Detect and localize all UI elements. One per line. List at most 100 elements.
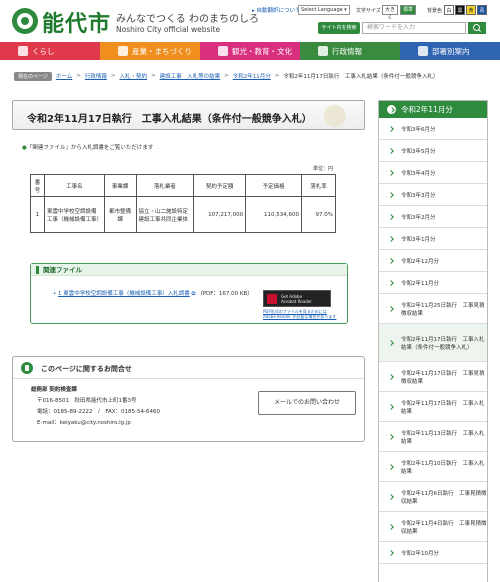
acrobat-banner-text: Get Adobe Acrobat Reader [281,294,312,304]
contact-title: このページに関するお問合せ [41,365,132,373]
contact-header: このページに関するお問合せ [13,357,364,379]
external-link-icon: ⧉ [191,291,196,297]
site-english-name: Noshiro City official website [116,25,221,34]
table-header-row: 番号 工事名 事業課 落札業者 契約予定額 予定価格 落札率 [30,174,336,197]
breadcrumb-link-home[interactable]: ホーム [56,72,72,80]
nav-departments[interactable]: 部署別案内 [400,42,500,60]
sidebar-item[interactable]: 令和3年4月分 [379,162,487,184]
bg-white-button[interactable]: 白 [444,5,454,15]
breadcrumb-separator: > [274,73,280,79]
col-header-estimated-price: 予定価格 [245,174,303,197]
sidebar-item[interactable]: 令和2年11月25日執行 工事見積徴収結果 [379,294,487,324]
sidebar-item[interactable]: 令和2年11月分 [379,272,487,294]
document-icon [318,46,328,56]
col-header-project: 工事名 [43,174,105,197]
mail-inquiry-button[interactable]: メールでのお問い合わせ [258,391,356,415]
results-table: 番号 工事名 事業課 落札業者 契約予定額 予定価格 落札率 1 東雲中学校空調… [30,174,336,233]
sidebar-item[interactable]: 令和3年2月分 [379,206,487,228]
site-search-label: サイト内を検索 [318,22,360,34]
text-size-standard-button[interactable]: 標準 [400,5,416,15]
sidebar-item[interactable]: 令和2年11月6日執行 工事見積徴収結果 [379,482,487,512]
related-file-link[interactable]: • 1 東雲中学校空調設備工事（機械設備工事）入札調書 ⧉ （PDF：167.0… [53,289,253,298]
adobe-pdf-icon [267,294,277,304]
main-content: 令和2年11月17日執行 工事入札結果（条件付一般競争入札） [12,100,365,130]
sidebar-item-label: 令和3年5月分 [401,148,436,155]
sidebar-item[interactable]: 令和2年12月分 [379,250,487,272]
related-files-title: 関連ファイル [31,264,347,276]
breadcrumb-link-admin[interactable]: 行政情報 [85,72,107,80]
bg-blue-button[interactable]: 青 [477,5,487,15]
sidebar-item-label: 令和3年3月分 [401,192,436,199]
col-header-rate: 落札率 [301,174,336,197]
sidebar-item[interactable]: 令和2年11月17日執行 工事入札結果（条件付一般競争入札） [379,324,487,362]
language-select[interactable]: Select Language ▾ [298,5,350,15]
acrobat-note-link[interactable]: PDF形式のファイルを見るためにはAdobe Reader が必要な場合がありま… [263,309,337,319]
site-header: 能代市 みんなでつくる わのまちのしろ Noshiro City officia… [0,0,500,42]
breadcrumb-link-month[interactable]: 令和2年11月分 [233,72,271,80]
sidebar-item[interactable]: 令和3年5月分 [379,140,487,162]
contact-email: E-mail：keiyaku@city.noshiro.lg.jp [37,420,131,426]
contact-address: 〒016-8501 秋田県能代市上町1番3号 [37,398,137,404]
unit-label: 単位：円 [313,166,334,172]
sidebar-item-label: 令和3年2月分 [401,214,436,221]
sidebar-item-label: 令和2年11月6日執行 工事見積徴収結果 [401,490,487,505]
sidebar-list: 令和3年6月分 令和3年5月分 令和3年4月分 令和3年3月分 令和3年2月分令和3年1… [379,118,487,564]
intro-text: ●「関連ファイル」から入札調書をご覧いただけます [22,145,154,151]
col-header-contract-amount: 契約予定額 [193,174,247,197]
breadcrumb-separator: > [76,73,81,79]
sidebar-item-label: 令和3年4月分 [401,170,436,177]
text-size-large-button[interactable]: 大きく [382,5,398,21]
nav-tourism[interactable]: 観光・教育・文化 [200,42,300,60]
breadcrumb-link-results[interactable]: 建設工事 入札等の結果 [160,72,221,80]
site-logo-text[interactable]: 能代市 [42,6,111,38]
decoration-icon [324,105,346,127]
cell-estimated-price: 110,534,600 [245,196,303,233]
house-icon [18,46,28,56]
breadcrumb-tag: 現在のページ [14,71,52,81]
search-button[interactable] [468,22,486,34]
nav-industry[interactable]: 産業・まちづくり [100,42,200,60]
auto-translate-link[interactable]: ▸ 自動翻訳について [252,6,300,14]
sidebar-item-label: 令和3年6月分 [401,126,436,133]
sidebar-item-label: 令和2年11月分 [401,280,439,287]
cell-contract-amount: 107,217,000 [193,196,247,233]
sidebar-item[interactable]: 令和2年11月17日執行 工事見積徴収結果 [379,362,487,392]
global-nav: くらし 産業・まちづくり 観光・教育・文化 行政情報 部署別案内 [0,42,500,60]
building-icon [118,46,128,56]
breadcrumb: 現在のページ ホーム > 行政情報 > 入札・契約 > 建設工事 入札等の結果 > 令和… [0,70,500,82]
sidebar-item[interactable]: 令和3年6月分 [379,118,487,140]
sidebar-item[interactable]: 令和2年10月分 [379,542,487,564]
city-logo-icon[interactable] [12,8,38,34]
sidebar-item-label: 令和2年11月13日執行 工事入札結果 [401,430,485,445]
col-header-department: 事業課 [103,174,137,197]
nav-admin[interactable]: 行政情報 [300,42,400,60]
breadcrumb-separator: > [110,73,116,79]
breadcrumb-current: 令和2年11月17日執行 工事入札結果（条件付一般競争入札） [283,74,439,80]
related-files-box: 関連ファイル • 1 東雲中学校空調設備工事（機械設備工事）入札調書 ⧉ （PD… [30,263,348,324]
contact-details: 総務部 契約検査課 〒016-8501 秋田県能代市上町1番3号 電話：0185… [31,385,160,429]
text-size-label: 文字サイズ [356,8,381,14]
sidebar-item[interactable]: 令和2年11月13日執行 工事入札結果 [379,422,487,452]
sidebar-item-label: 令和2年11月25日執行 工事見積徴収結果 [401,302,485,317]
sidebar-item-label: 令和2年11月4日執行 工事見積徴収結果 [401,520,487,535]
contact-department: 総務部 契約検査課 [31,387,77,393]
sidebar-item[interactable]: 令和3年1月分 [379,228,487,250]
search-input[interactable]: 検索ワードを入力 [362,22,466,34]
nav-kurashi[interactable]: くらし [0,42,100,60]
breadcrumb-link-bidding[interactable]: 入札・契約 [119,72,147,80]
page-title-box: 令和2年11月17日執行 工事入札結果（条件付一般競争入札） [12,100,365,130]
cell-project: 東雲中学校空調設備工事（機械設備工事） [43,196,105,233]
sidebar-item[interactable]: 令和2年11月10日執行 工事入札結果 [379,452,487,482]
breadcrumb-separator: > [224,73,229,79]
cell-number: 1 [30,196,45,233]
sidebar-item[interactable]: 令和2年11月17日執行 工事入札結果 [379,392,487,422]
sidebar-item[interactable]: 令和2年11月4日執行 工事見積徴収結果 [379,512,487,542]
bg-yellow-button[interactable]: 黄 [466,5,476,15]
sidebar: 令和2年11月分 令和3年6月分 令和3年5月分 令和3年4月分 令和3年3月分 令和3… [378,100,488,582]
bg-black-button[interactable]: 黒 [455,5,465,15]
phone-icon [21,362,33,374]
get-acrobat-reader-banner[interactable]: Get Adobe Acrobat Reader [263,290,331,307]
cell-department: 都市整備課 [103,196,137,233]
cell-winner: 協立・山二施設特定建設工事共同企業体 [135,196,195,233]
sidebar-item[interactable]: 令和3年3月分 [379,184,487,206]
